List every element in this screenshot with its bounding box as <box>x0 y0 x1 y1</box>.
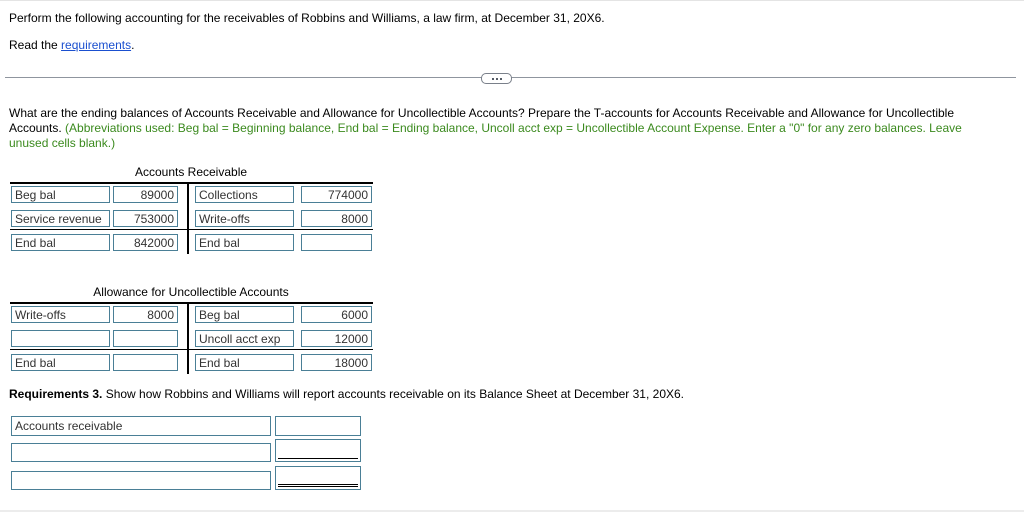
top-border <box>0 0 1024 1</box>
allow-credit-total-value[interactable] <box>301 354 372 371</box>
allow-debit-value-1[interactable] <box>113 306 178 323</box>
allow-credit-value-2[interactable] <box>301 330 372 347</box>
read-requirements: Read the requirements. <box>9 38 134 52</box>
requirements-link[interactable]: requirements <box>61 38 131 52</box>
intro-text: Perform the following accounting for the… <box>9 11 605 25</box>
ar-debit-total-label[interactable] <box>11 234 110 251</box>
t-account-top-rule <box>10 182 373 184</box>
allow-credit-total-label[interactable] <box>195 354 294 371</box>
single-underline <box>278 458 358 459</box>
t-account-center-rule <box>187 302 189 374</box>
allow-debit-total-label[interactable] <box>11 354 110 371</box>
ellipsis-icon <box>499 77 502 80</box>
double-underline-bottom <box>278 486 358 487</box>
requirement-3-heading: Requirements 3. <box>9 387 103 401</box>
bs-label-2[interactable] <box>11 443 271 462</box>
t-account-center-rule <box>187 182 189 254</box>
ellipsis-icon <box>491 77 494 80</box>
allow-credit-label-2[interactable] <box>195 330 294 347</box>
bs-label-3[interactable] <box>11 471 271 490</box>
read-suffix: . <box>131 38 135 52</box>
allow-debit-total-value[interactable] <box>113 354 178 371</box>
ar-credit-value-1[interactable] <box>301 186 372 203</box>
question-text: What are the ending balances of Accounts… <box>9 106 999 151</box>
ar-debit-label-2[interactable] <box>11 210 110 227</box>
ellipsis-icon <box>495 77 498 80</box>
ar-debit-value-2[interactable] <box>113 210 178 227</box>
expand-more-button[interactable] <box>481 73 512 84</box>
double-underline-top <box>278 484 358 485</box>
allow-credit-label-1[interactable] <box>195 306 294 323</box>
ar-credit-label-1[interactable] <box>195 186 294 203</box>
t-account-top-rule <box>10 302 373 304</box>
ar-credit-total-label[interactable] <box>195 234 294 251</box>
t-account-title: Accounts Receivable <box>134 165 248 179</box>
allow-debit-label-2[interactable] <box>11 330 110 347</box>
read-prefix: Read the <box>9 38 62 52</box>
allow-credit-value-1[interactable] <box>301 306 372 323</box>
ar-credit-label-2[interactable] <box>195 210 294 227</box>
requirement-3-body: Show how Robbins and Williams will repor… <box>102 387 685 401</box>
question-note: (Abbreviations used: Beg bal = Beginning… <box>9 121 962 150</box>
bs-label-1[interactable] <box>11 416 271 436</box>
t-account-total-rule <box>10 229 373 230</box>
allow-debit-value-2[interactable] <box>113 330 178 347</box>
bs-value-3-wrapper <box>275 466 361 490</box>
allow-debit-label-1[interactable] <box>11 306 110 323</box>
requirement-3-text: Requirements 3. Show how Robbins and Wil… <box>9 387 684 401</box>
bs-value-1[interactable] <box>275 416 361 436</box>
bs-value-2-wrapper <box>275 439 361 462</box>
ar-debit-value-1[interactable] <box>113 186 178 203</box>
ar-debit-label-1[interactable] <box>11 186 110 203</box>
t-account-total-rule <box>10 349 373 350</box>
t-account-title: Allowance for Uncollectible Accounts <box>93 285 289 299</box>
ar-debit-total-value[interactable] <box>113 234 178 251</box>
ar-credit-total-value[interactable] <box>301 234 372 251</box>
ar-credit-value-2[interactable] <box>301 210 372 227</box>
